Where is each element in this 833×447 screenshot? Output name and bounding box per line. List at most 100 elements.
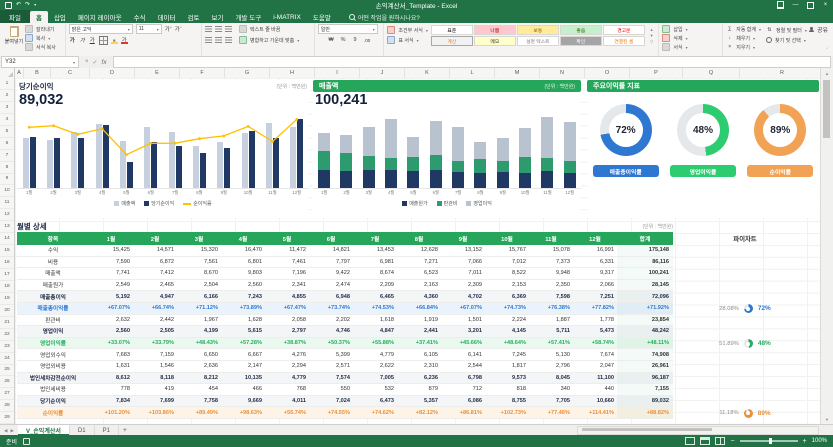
scroll-down-icon[interactable]: ▼ [821,414,833,424]
row-header-20[interactable]: 20 [0,305,14,317]
row-header-6[interactable]: 6 [0,138,14,150]
column-header-E[interactable]: E [135,68,180,78]
gallery-up-icon[interactable]: ▲ [650,27,654,32]
revenue-chart[interactable] [313,110,581,189]
undo-icon[interactable]: ↶ [16,2,21,8]
file-tab[interactable]: 파일 [0,10,30,23]
donut-chart[interactable]: 72% [600,104,652,156]
table-row-영업외비용[interactable]: 영업외비용1,6311,5462,6362,1472,2942,5712,622… [17,361,673,373]
row-header-4[interactable]: 4 [0,114,14,126]
cell-style-설명 텍스트[interactable]: 설명 텍스트 [517,36,559,46]
table-row-비용[interactable]: 비용7,5906,8727,5616,8017,4617,7976,9817,2… [17,257,673,269]
table-row-매출액[interactable]: 매출액7,7417,4128,6709,8037,1969,4228,6746,… [17,268,673,280]
italic-icon[interactable]: 가 [79,36,86,44]
ribbon-tab-삽입[interactable]: 삽입 [48,11,72,23]
cell-style-보통[interactable]: 보통 [517,25,559,35]
table-row-판관비[interactable]: 판관비2,6322,4421,9671,6282,0582,2021,6181,… [17,315,673,327]
cut-button[interactable]: 잘라내기 [25,25,56,33]
zoom-in-icon[interactable]: + [803,438,807,445]
row-header-13[interactable]: 13 [0,221,14,233]
next-sheet-icon[interactable]: ▶ [10,428,13,434]
font-size-select[interactable]: 11▾ [136,24,162,34]
table-row-영업외수익[interactable]: 영업외수익7,6837,1596,6506,6674,2765,3994,779… [17,349,673,361]
wrap-text-label[interactable]: 텍스트 줄 바꿈 [250,26,280,33]
cell-style-경고문[interactable]: 경고문 [603,25,645,35]
select-all-corner[interactable] [0,68,15,78]
column-header-H[interactable]: H [270,68,315,78]
normal-view-icon[interactable] [685,437,695,445]
align-right-icon[interactable] [225,37,232,43]
ribbon-tab-페이지 레이아웃[interactable]: 페이지 레이아웃 [72,11,128,23]
number-format-select[interactable]: 일반▾ [318,24,378,34]
scroll-up-icon[interactable]: ▲ [821,68,833,78]
increase-decimal-icon[interactable]: .00 [364,36,371,44]
donut-chart[interactable]: 89% [754,104,806,156]
delete-cells-button[interactable]: 삭제▾ [662,34,719,42]
share-button[interactable]: 공유 [809,25,828,34]
format-as-table-button[interactable]: 표 서식▾ [387,36,427,44]
column-header-D[interactable]: D [90,68,135,78]
align-left-icon[interactable] [205,37,212,43]
clear-button[interactable]: ×지우기▾ [726,43,761,51]
column-header-R[interactable]: R [740,68,825,78]
name-box[interactable]: Y32▾ [1,56,79,68]
table-row-순이익률[interactable]: 순이익률+101.20%+103.86%+89.49%+98.63%+55.74… [17,407,673,419]
page-layout-view-icon[interactable] [700,437,710,445]
ribbon-tab-도움말[interactable]: 도움말 [307,11,337,23]
enter-icon[interactable]: ✓ [93,59,98,66]
row-header-18[interactable]: 18 [0,281,14,293]
cell-style-연결된 셀[interactable]: 연결된 셀 [603,36,645,46]
row-header-16[interactable]: 16 [0,257,14,269]
macro-record-icon[interactable] [23,438,30,445]
sort-filter-button[interactable]: ⇅정렬 및 필터▾ [766,26,807,34]
ribbon-display-options-icon[interactable] [773,0,788,10]
cell-style-표준[interactable]: 표준 [431,25,473,35]
cell-style-확인[interactable]: 확인 [560,36,602,46]
ribbon-tab-홈[interactable]: 홈 [30,11,48,23]
accounting-format-icon[interactable]: ₩ [328,36,335,44]
row-header-12[interactable]: 12 [0,209,14,221]
row-header-17[interactable]: 17 [0,269,14,281]
row-header-7[interactable]: 7 [0,150,14,162]
find-select-button[interactable]: 찾기 및 선택▾ [766,36,807,44]
row-header-10[interactable]: 10 [0,185,14,197]
column-header-Q[interactable]: Q [683,68,740,78]
increase-font-icon[interactable]: 가ˆ [165,25,172,33]
cell-style-나쁨[interactable]: 나쁨 [474,25,516,35]
align-top-icon[interactable] [205,26,212,32]
underline-icon[interactable]: 가 [89,36,96,44]
row-header-5[interactable]: 5 [0,126,14,138]
row-header-22[interactable]: 22 [0,329,14,341]
ribbon-tab-수식[interactable]: 수식 [128,11,152,23]
row-header-29[interactable]: 29 [0,412,14,424]
gallery-down-icon[interactable]: ▼ [650,33,654,38]
column-header-I[interactable]: I [315,68,360,78]
cell-style-계산[interactable]: 계산 [431,36,473,46]
table-row-당기순이익[interactable]: 당기순이익7,8347,6997,7589,6694,0117,0246,473… [17,396,673,408]
column-header-P[interactable]: P [630,68,683,78]
column-header-N[interactable]: N [540,68,585,78]
format-cells-button[interactable]: 서식▾ [662,43,719,51]
table-row-법인세차감전순이익[interactable]: 법인세차감전순이익8,6128,1188,21210,1354,7797,574… [17,373,673,385]
row-header-2[interactable]: 2 [0,90,14,102]
tell-me-search[interactable]: 어떤 작업을 원하시나요? [349,11,420,23]
row-header-1[interactable]: 1 [0,78,14,90]
font-color-icon[interactable]: 가 [121,36,128,44]
column-header-B[interactable]: B [24,68,51,78]
row-header-14[interactable]: 14 [0,233,14,245]
row-header-21[interactable]: 21 [0,317,14,329]
row-header-15[interactable]: 15 [0,245,14,257]
font-family-select[interactable]: 맑은 고딕▾ [69,24,133,34]
align-middle-icon[interactable] [215,26,222,32]
table-row-매출원가[interactable]: 매출원가2,5492,4652,5042,5602,3412,4742,2092… [17,280,673,292]
column-header-K[interactable]: K [405,68,450,78]
table-row-수익[interactable]: 수익15,42514,57115,32016,47011,47214,82113… [17,245,673,257]
cancel-icon[interactable]: × [85,59,89,65]
column-header-G[interactable]: G [225,68,270,78]
ribbon-tab-보기[interactable]: 보기 [205,11,229,23]
row-header-25[interactable]: 25 [0,365,14,377]
prev-sheet-icon[interactable]: ◀ [4,428,7,434]
paste-button[interactable]: 붙여넣기 [3,24,25,46]
collapse-ribbon-icon[interactable]: ˆ [826,48,828,54]
scrollbar-thumb[interactable] [823,80,830,138]
